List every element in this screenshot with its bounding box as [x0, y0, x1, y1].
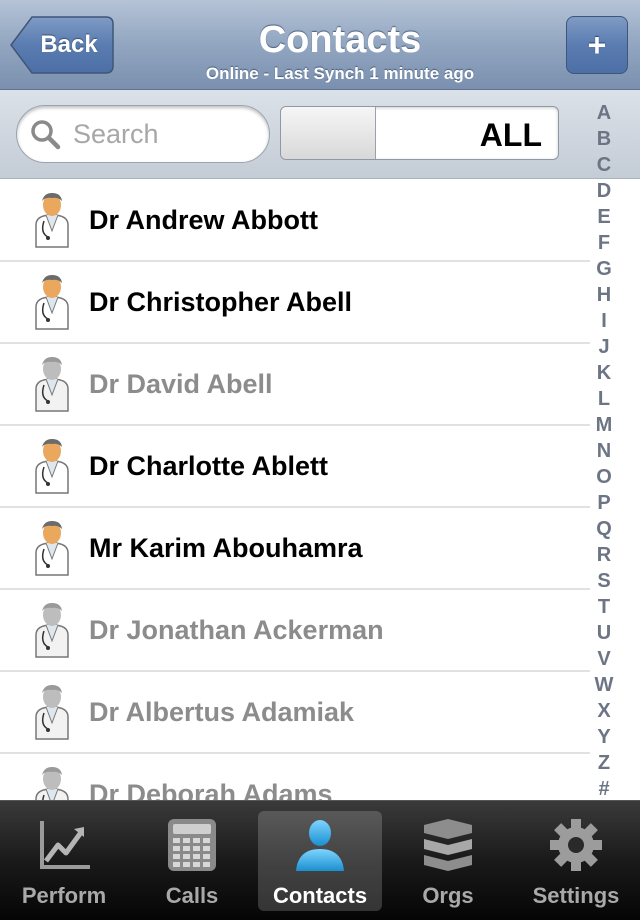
index-letter[interactable]: N: [597, 438, 611, 464]
index-letter[interactable]: S: [597, 568, 610, 594]
search-field[interactable]: [16, 105, 270, 163]
index-letter[interactable]: L: [598, 386, 610, 412]
doctor-avatar-icon: [30, 601, 74, 659]
index-letter[interactable]: M: [596, 412, 613, 438]
contact-name: Dr Charlotte Ablett: [89, 450, 329, 481]
back-button[interactable]: Back: [10, 16, 114, 74]
tab-label: Settings: [532, 883, 620, 908]
contact-name: Dr David Abell: [89, 368, 273, 399]
index-letter[interactable]: T: [598, 594, 610, 620]
index-letter[interactable]: D: [597, 178, 611, 204]
index-letter[interactable]: X: [597, 698, 610, 724]
tab-bar: Perform Calls Contacts Orgs Settings: [0, 800, 640, 920]
search-input[interactable]: [73, 118, 253, 150]
index-letter[interactable]: U: [597, 620, 611, 646]
tab-perform[interactable]: Perform: [0, 801, 128, 920]
add-contact-button[interactable]: +: [566, 16, 628, 74]
filter-label: ALL: [479, 117, 542, 153]
gear-icon: [546, 817, 606, 873]
tab-label: Calls: [165, 883, 219, 908]
index-letter[interactable]: F: [598, 230, 610, 256]
index-letter[interactable]: J: [598, 334, 609, 360]
search-icon: [31, 120, 61, 150]
contact-name: Mr Karim Abouhamra: [89, 532, 363, 563]
index-letter[interactable]: C: [597, 152, 611, 178]
person-icon: [290, 817, 350, 873]
index-letter[interactable]: K: [597, 360, 611, 386]
tab-settings[interactable]: Settings: [512, 801, 640, 920]
navigation-bar: Back Contacts Online - Last Synch 1 minu…: [0, 0, 640, 90]
index-letter[interactable]: P: [597, 490, 610, 516]
contact-name: Dr Andrew Abbott: [89, 204, 318, 235]
page-title: Contacts: [258, 19, 422, 61]
index-letter[interactable]: R: [597, 542, 611, 568]
index-letter[interactable]: V: [597, 646, 610, 672]
doctor-avatar-icon: [30, 273, 74, 331]
doctor-avatar-icon: [30, 519, 74, 577]
contact-row[interactable]: Mr Karim Abouhamra: [0, 508, 590, 590]
sync-status: Online - Last Synch 1 minute ago: [205, 64, 475, 83]
contact-row[interactable]: Dr Albertus Adamiak: [0, 672, 590, 754]
contact-row[interactable]: Dr Charlotte Ablett: [0, 426, 590, 508]
index-letter[interactable]: Q: [596, 516, 612, 542]
index-letter[interactable]: E: [597, 204, 610, 230]
doctor-avatar-icon: [30, 765, 74, 800]
tab-label: Contacts: [272, 883, 368, 908]
tab-contacts[interactable]: Contacts: [256, 801, 384, 920]
index-letter[interactable]: #: [598, 776, 609, 802]
index-letter[interactable]: Z: [598, 750, 610, 776]
index-letter[interactable]: B: [597, 126, 611, 152]
contact-name: Dr Deborah Adams: [89, 778, 333, 801]
index-letter[interactable]: W: [595, 672, 614, 698]
tab-orgs[interactable]: Orgs: [384, 801, 512, 920]
index-letter[interactable]: I: [601, 308, 607, 334]
doctor-avatar-icon: [30, 437, 74, 495]
index-letter[interactable]: H: [597, 282, 611, 308]
calculator-icon: [162, 817, 222, 873]
contact-row[interactable]: Dr David Abell: [0, 344, 590, 426]
doctor-avatar-icon: [30, 683, 74, 741]
contact-list: Dr Andrew Abbott Dr Christopher Abell Dr…: [0, 180, 590, 800]
contact-row[interactable]: Dr Christopher Abell: [0, 262, 590, 344]
tab-label: Perform: [21, 883, 107, 908]
back-button-label: Back: [40, 31, 98, 58]
index-letter[interactable]: A: [597, 100, 611, 126]
doctor-avatar-icon: [30, 355, 74, 413]
toggle-knob[interactable]: [281, 107, 376, 159]
index-letter[interactable]: Y: [597, 724, 610, 750]
filter-toggle[interactable]: ALL: [280, 106, 559, 160]
tab-calls[interactable]: Calls: [128, 801, 256, 920]
index-letter[interactable]: O: [596, 464, 612, 490]
contact-name: Dr Christopher Abell: [89, 286, 353, 317]
contact-row[interactable]: Dr Andrew Abbott: [0, 180, 590, 262]
alphabet-index[interactable]: A B C D E F G H I J K L M N O P Q R S T U V W X Y Z #: [590, 100, 618, 800]
contact-name: Dr Jonathan Ackerman: [89, 614, 384, 645]
database-icon: [418, 817, 478, 873]
contact-row[interactable]: Dr Deborah Adams: [0, 754, 590, 800]
index-letter[interactable]: G: [596, 256, 612, 282]
chart-icon: [34, 817, 94, 873]
contact-name: Dr Albertus Adamiak: [89, 696, 355, 727]
tab-label: Orgs: [422, 883, 474, 908]
contact-row[interactable]: Dr Jonathan Ackerman: [0, 590, 590, 672]
doctor-avatar-icon: [30, 191, 74, 249]
